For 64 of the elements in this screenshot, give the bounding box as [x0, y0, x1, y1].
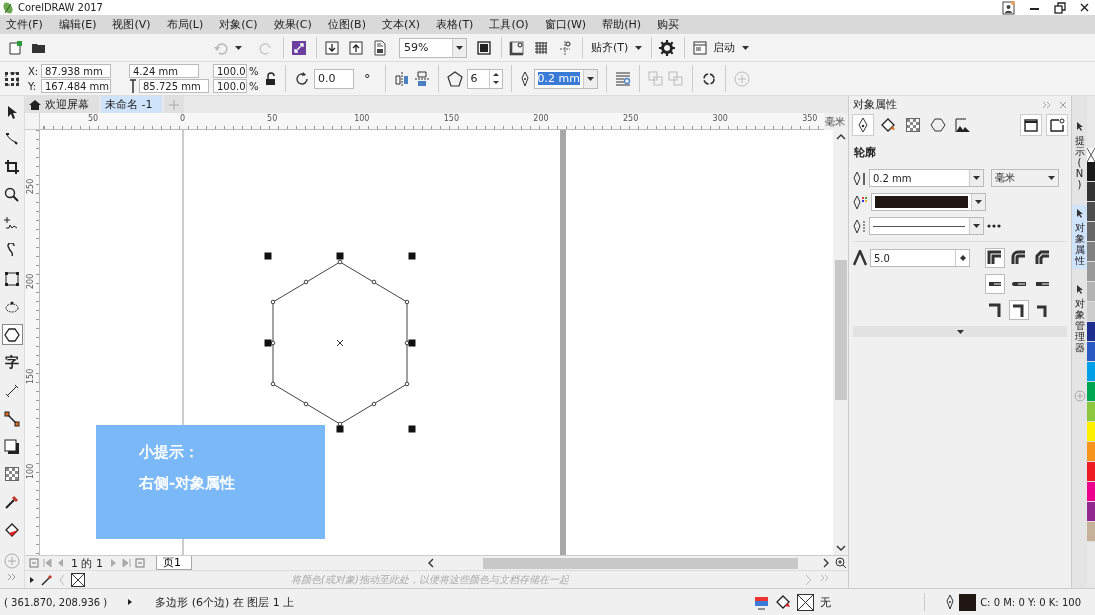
snap-to-button[interactable]: 贴齐(T) — [587, 38, 648, 57]
docker-side-tab[interactable]: 提示(N) — [1072, 118, 1087, 193]
text-tool-button[interactable]: 字 — [1, 352, 23, 374]
document-tab[interactable]: 欢迎屏幕 — [25, 96, 99, 113]
unit-dropdown[interactable]: 毫米 — [991, 169, 1059, 187]
ruler-label: 200 — [533, 114, 549, 123]
page-tab[interactable]: 页1 — [156, 556, 192, 570]
ruler-label: 250 — [622, 114, 639, 123]
menu-item[interactable]: 对象(C) — [219, 17, 266, 32]
menu-item[interactable]: 布局(L) — [166, 17, 212, 32]
launch-button[interactable]: 启动 — [689, 38, 755, 57]
ruler-label: 150 — [26, 368, 35, 384]
menu-item[interactable]: 位图(B) — [327, 17, 374, 32]
zoom-field[interactable]: 59% — [399, 37, 467, 58]
menu-item[interactable]: 窗口(W) — [544, 17, 595, 32]
ruler-label: 100 — [354, 114, 370, 123]
sides-field[interactable]: 6 — [466, 68, 503, 89]
menu-item[interactable]: 文件(F) — [6, 17, 51, 32]
degree-sign: ° — [364, 71, 371, 86]
menu-item[interactable]: 文本(X) — [381, 17, 429, 32]
menu-item[interactable]: 工具(O) — [489, 17, 537, 32]
outline-width-field[interactable]: 0.2 mm — [533, 68, 598, 89]
width-field[interactable]: 4.24 mm — [129, 64, 199, 78]
percent-sign: % — [249, 80, 260, 92]
menu-item[interactable]: 编辑(E) — [58, 17, 105, 32]
y-position-field[interactable]: 167.484 mm — [41, 79, 111, 93]
outline-color-value: C: 0 M: 0 Y: 0 K: 100 — [980, 596, 1081, 608]
x-position-field[interactable]: 87.938 mm — [41, 64, 111, 78]
ruler-label: 200 — [26, 273, 35, 289]
document-tab[interactable]: 未命名 -1 — [101, 96, 163, 113]
ruler-label: 150 — [443, 114, 460, 123]
menu-item[interactable]: 视图(V) — [112, 17, 159, 32]
cursor-coordinates: ( 361.870, 208.936 ) — [4, 596, 108, 608]
selection-info: 多边形 (6个边) 在 图层 1 上 — [155, 594, 295, 610]
page-counter: 1 的 1 — [71, 555, 103, 571]
window-title: CorelDRAW 2017 — [18, 2, 103, 13]
percent-sign: % — [249, 65, 260, 77]
ruler-label: 50 — [267, 114, 278, 123]
tip-title: 小提示： — [139, 443, 200, 462]
fill-status: 无 — [820, 594, 832, 610]
docker-side-tab[interactable]: 对象管理器 — [1072, 281, 1087, 356]
miter-limit-field[interactable]: 5.0 — [870, 249, 970, 267]
x-label: X: — [28, 65, 39, 77]
docker-side-tab[interactable]: 对象属性 — [1072, 205, 1087, 269]
rotation-field[interactable]: 0.0 — [314, 68, 354, 89]
docker-title: 对象属性 — [853, 97, 897, 112]
menu-item[interactable]: 效果(C) — [273, 17, 320, 32]
y-label: Y: — [28, 80, 38, 92]
ruler-unit: 毫米 — [824, 114, 846, 129]
menu-item[interactable]: 表格(T) — [436, 17, 482, 32]
ruler-label: 50 — [87, 114, 99, 123]
ruler-label: 100 — [26, 463, 35, 479]
tip-text: 右侧-对象属性 — [139, 474, 237, 493]
height-field[interactable]: 85.725 mm — [139, 79, 209, 93]
scale-y-field[interactable]: 100.0 — [213, 79, 247, 93]
ruler-label: 0 — [180, 114, 186, 123]
outline-width-field[interactable]: 0.2 mm — [869, 169, 984, 187]
section-title: 轮廓 — [854, 145, 877, 160]
menu-item[interactable]: 帮助(H) — [602, 17, 649, 32]
ruler-label: 250 — [26, 178, 35, 194]
scale-x-field[interactable]: 100.0 — [213, 64, 247, 78]
menu-item[interactable]: 购买 — [657, 17, 687, 32]
ruler-label: 300 — [712, 114, 728, 123]
ruler-label: 350 — [802, 114, 818, 123]
